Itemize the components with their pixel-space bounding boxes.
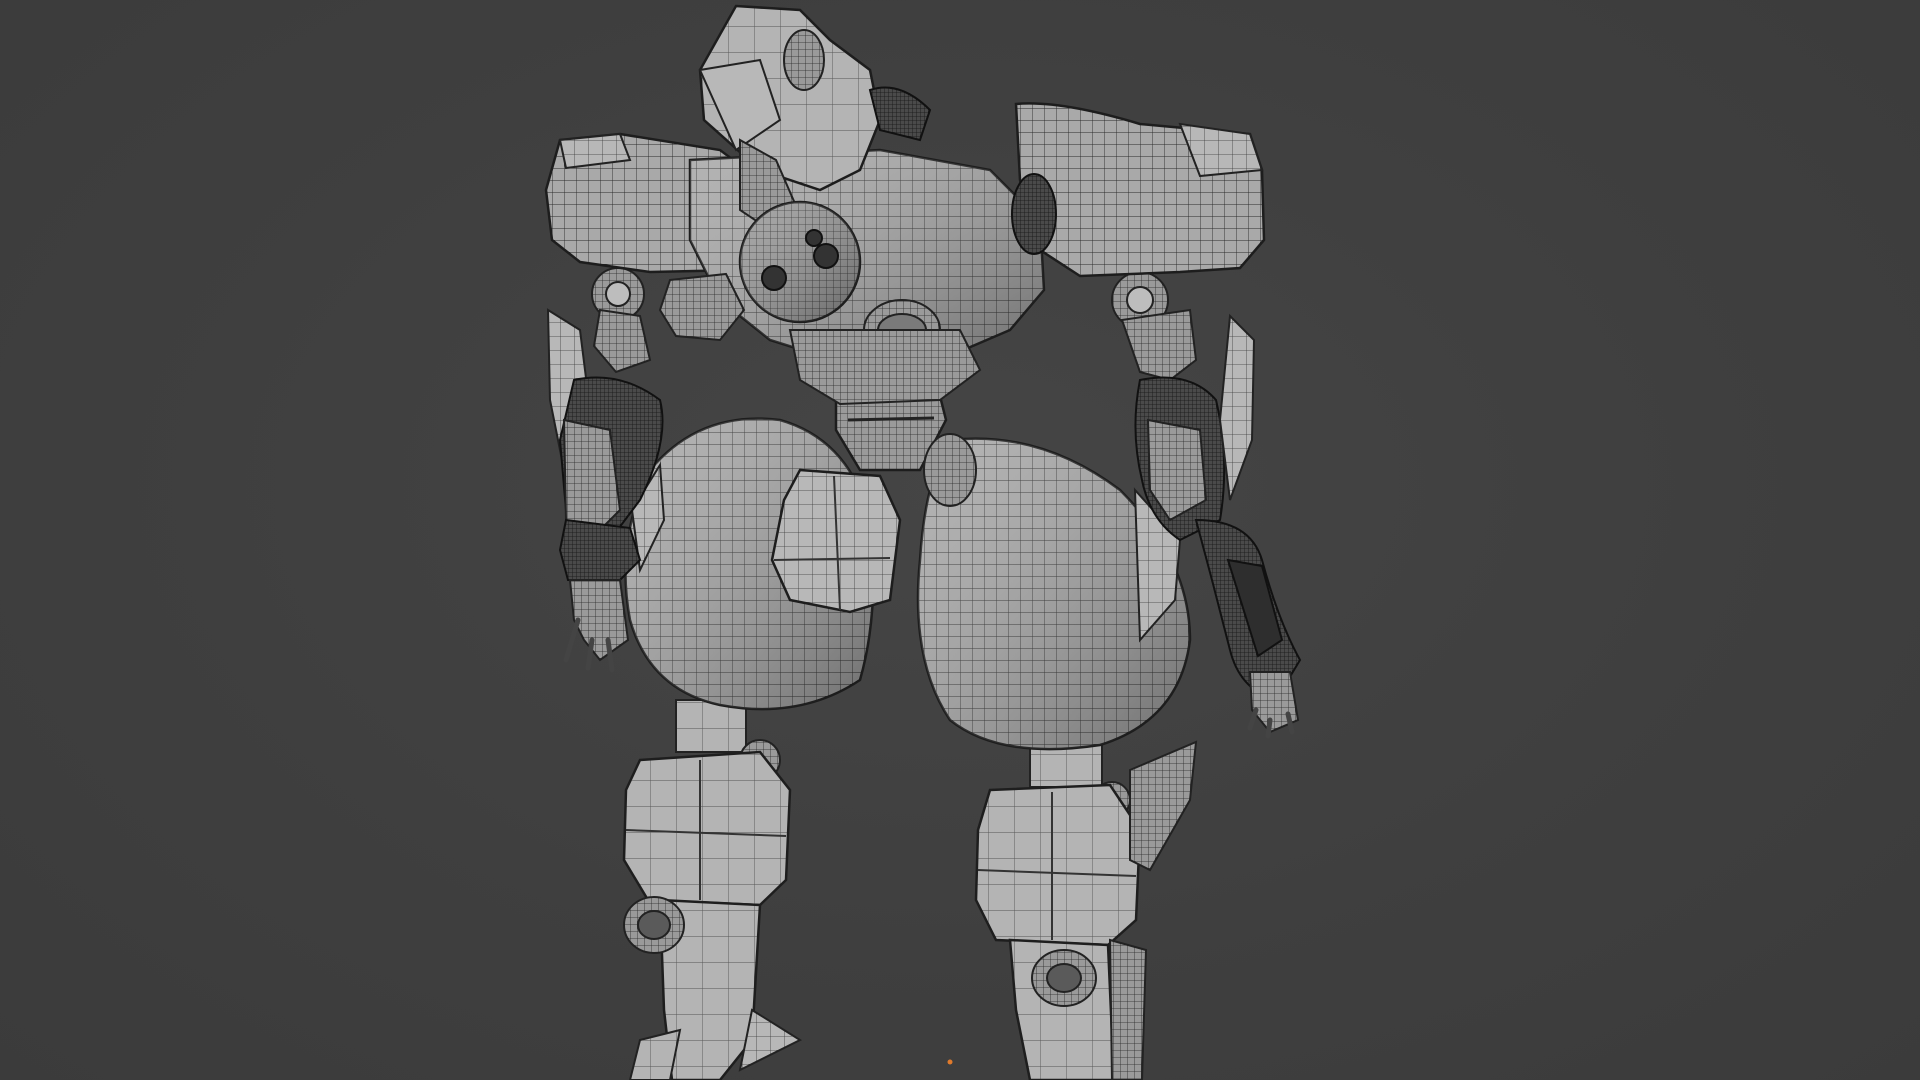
groin-plate[interactable] (770, 468, 902, 614)
scene-canvas[interactable] (0, 0, 1920, 1080)
3d-viewport[interactable] (0, 0, 1920, 1080)
origin-marker (947, 1059, 953, 1065)
left-leg[interactable] (622, 699, 803, 1080)
right-leg[interactable] (974, 734, 1198, 1080)
